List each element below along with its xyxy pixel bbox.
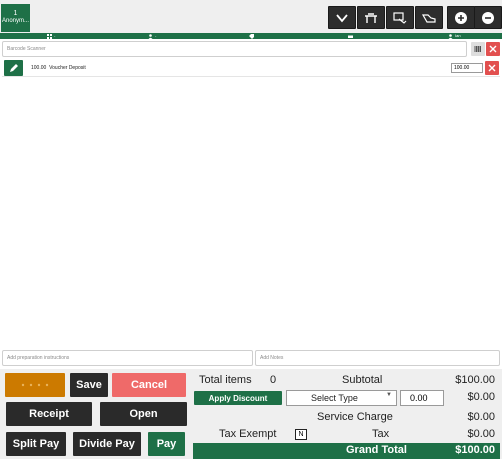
item-description: 100.00 Voucher Deposit [31,65,86,71]
discount-value-input[interactable]: 0.00 [400,390,444,406]
item-price-input[interactable] [451,63,483,73]
remove-button[interactable] [474,6,502,29]
discount-amount: $0.00 [467,391,495,403]
person-icon [148,33,153,39]
total-items-label: Total items [199,374,252,386]
divide-pay-button[interactable]: Divide Pay [73,432,141,456]
plus-icon [455,11,467,24]
close-icon [488,64,496,72]
open-button[interactable]: Open [100,402,187,426]
receipt-button[interactable]: Receipt [6,402,92,426]
service-charge-value: $0.00 [467,411,495,423]
dots-icon [21,383,49,387]
add-button[interactable] [447,6,475,29]
dropdown-button[interactable] [328,6,356,29]
user-icon [448,33,453,39]
tax-value: $0.00 [467,428,495,440]
car-icon [348,35,353,38]
barcode-button[interactable] [471,42,485,56]
quick-order-button[interactable] [5,373,65,397]
apply-discount-button[interactable]: Apply Discount [194,391,282,405]
payment-terminal-icon [393,11,407,24]
payment-terminal-button[interactable] [386,6,414,29]
tax-label: Tax [372,428,390,440]
clear-barcode-button[interactable] [486,42,500,56]
subtotal-value: $100.00 [455,374,495,386]
total-items-value: 0 [270,374,277,386]
user-info[interactable]: Ian [448,33,461,39]
barcode-icon [474,46,481,52]
dropdown-arrow-icon: ▼ [386,392,392,398]
pencil-icon [9,64,18,72]
grand-total-value: $100.00 [455,444,495,456]
edit-item-button[interactable] [4,60,23,76]
guests-value: - [155,33,157,38]
user-name: Ian [455,33,461,38]
subtotal-label: Subtotal [342,374,383,386]
split-pay-button[interactable]: Split Pay [6,432,66,456]
table-value: - [54,33,56,38]
dine-in-button[interactable] [357,6,385,29]
notes-input[interactable] [255,350,500,366]
remove-item-button[interactable] [485,61,499,75]
discount-type-select[interactable]: Select Type ▼ [286,390,397,406]
pay-button[interactable]: Pay [148,432,185,456]
order-tab-name: Anonym... [1,18,29,25]
delivery-info[interactable] [348,33,353,39]
save-button[interactable]: Save [70,373,108,397]
item-name: Voucher Deposit [49,65,86,71]
order-info-bar: - - Ian [0,33,502,39]
tag-info[interactable] [249,33,254,39]
service-charge-label: Service Charge [317,411,393,423]
discount-type-value: Select Type [311,393,358,403]
minus-icon [482,11,494,24]
barcode-row [2,41,500,57]
preparation-instructions-input[interactable] [2,350,253,366]
hand-service-icon [421,13,436,23]
order-item-row: 100.00 Voucher Deposit [2,59,500,77]
order-tab-number: 1 [13,10,18,17]
hand-service-button[interactable] [415,6,443,29]
guests-info[interactable]: - [148,33,156,39]
table-info[interactable]: - [47,33,55,39]
cancel-button[interactable]: Cancel [112,373,186,397]
close-icon [489,45,497,53]
tax-exempt-label: Tax Exempt [219,428,277,440]
tag-icon [249,33,254,39]
grand-total-bar: Grand Total $100.00 [193,443,500,459]
grand-total-label: Grand Total [346,444,407,456]
barcode-scanner-input[interactable] [2,41,467,57]
order-tab[interactable]: 1 Anonym... [1,4,30,32]
item-qty-price: 100.00 [31,65,47,71]
dine-in-icon [365,12,377,23]
top-toolbar: 1 Anonym... [0,0,502,33]
tax-exempt-toggle[interactable]: N [295,429,307,440]
table-grid-icon [47,33,52,39]
chevron-down-icon [336,13,348,22]
